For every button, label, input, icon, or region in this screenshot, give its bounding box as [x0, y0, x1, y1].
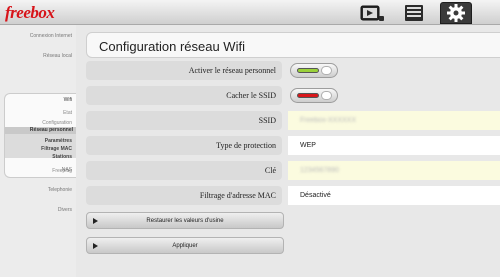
sidebar-item-filtrage-mac[interactable]: Filtrage MAC: [41, 146, 72, 152]
media-player-icon[interactable]: [356, 2, 388, 24]
wifi-submenu: Wifi Etat Configuration Réseau personnel…: [4, 93, 76, 178]
row-cacher-ssid: Cacher le SSID: [86, 86, 500, 105]
row-activer-reseau: Activer le réseau personnel: [86, 61, 500, 80]
sidebar-item-stations[interactable]: Stations: [52, 154, 72, 160]
sidebar-item-wifi[interactable]: Wifi: [64, 97, 72, 103]
row-label: Filtrage d'adresse MAC: [86, 186, 282, 205]
title-panel: Configuration réseau Wifi: [86, 32, 500, 58]
page-title: Configuration réseau Wifi: [99, 39, 245, 54]
sidebar-item-configuration[interactable]: Configuration: [42, 120, 72, 126]
sidebar-item-telephonie[interactable]: Telephonie: [48, 187, 72, 193]
protection-select[interactable]: WEP: [288, 136, 500, 155]
row-ssid: SSID Freebox-XXXXXX: [86, 111, 500, 130]
row-label: Type de protection: [86, 136, 282, 155]
mac-filter-select[interactable]: Désactivé: [288, 186, 500, 205]
toggle-knob: [321, 66, 332, 75]
row-label: Activer le réseau personnel: [86, 61, 282, 80]
restore-defaults-button[interactable]: Restaurer les valeurs d'usine: [86, 212, 284, 229]
sidebar: Connexion Internet Réseau local Wifi Eta…: [0, 25, 76, 277]
sidebar-item-nas[interactable]: NAS: [62, 167, 72, 173]
apply-button[interactable]: Appliquer: [86, 237, 284, 254]
freebox-logo[interactable]: freebox: [5, 3, 55, 23]
sidebar-item-etat[interactable]: Etat: [63, 110, 72, 116]
list-icon[interactable]: [398, 2, 430, 24]
row-cle: Clé 1234567890: [86, 161, 500, 180]
row-label: Clé: [86, 161, 282, 180]
row-label: SSID: [86, 111, 282, 130]
gear-icon[interactable]: [440, 2, 472, 24]
top-bar: freebox: [0, 0, 500, 25]
sidebar-item-reseau-local[interactable]: Réseau local: [43, 53, 72, 59]
ssid-field[interactable]: Freebox-XXXXXX: [288, 111, 500, 130]
sidebar-item-divers[interactable]: Divers: [58, 207, 72, 213]
toggle-cacher-ssid[interactable]: [290, 88, 338, 103]
row-protection: Type de protection WEP: [86, 136, 500, 155]
toolbar-icons: [356, 2, 472, 24]
main-content: Configuration réseau Wifi Activer le rés…: [82, 25, 500, 277]
sidebar-item-connexion-internet[interactable]: Connexion Internet: [30, 33, 72, 39]
row-label: Cacher le SSID: [86, 86, 282, 105]
ssid-value: Freebox-XXXXXX: [300, 117, 357, 124]
toggle-indicator-off: [297, 93, 319, 98]
row-filtrage-mac: Filtrage d'adresse MAC Désactivé: [86, 186, 500, 205]
apply-button-label: Appliquer: [172, 243, 198, 249]
sidebar-item-reseau-personnel[interactable]: Réseau personnel: [5, 127, 76, 134]
restore-button-label: Restaurer les valeurs d'usine: [146, 218, 224, 224]
toggle-activer-reseau[interactable]: [290, 63, 338, 78]
sidebar-item-parametres[interactable]: Paramètres: [45, 138, 72, 144]
key-field[interactable]: 1234567890: [288, 161, 500, 180]
toggle-knob: [321, 91, 332, 100]
key-value: 1234567890: [300, 167, 339, 174]
toggle-indicator-on: [297, 68, 319, 73]
